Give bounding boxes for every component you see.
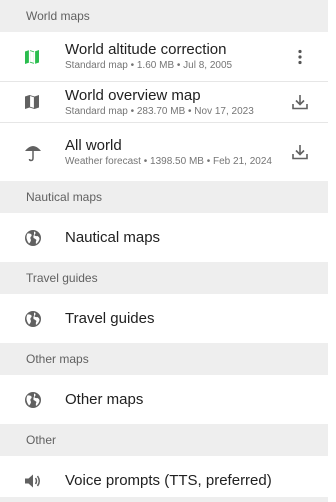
list-item-other-maps[interactable]: Other maps [0,375,328,424]
section-header-world-maps: World maps [0,0,328,32]
item-title: Nautical maps [65,228,161,246]
item-title: Travel guides [65,309,155,327]
list-item-voice-prompts[interactable]: Voice prompts (TTS, preferred) [0,456,328,502]
list-item-nautical-maps[interactable]: Nautical maps [0,213,328,262]
section-header-label: Other [26,433,57,447]
item-subtitle: Standard map • 1.60 MB • Jul 8, 2005 [65,60,233,71]
item-title: Other maps [65,390,144,408]
bottom-divider [0,497,328,502]
item-title: All world [65,136,122,154]
map-icon [0,49,65,65]
globe-icon [0,229,65,247]
section-header-other: Other [0,424,328,456]
section-header-other-maps: Other maps [0,343,328,375]
list-item-all-world[interactable]: All world Weather forecast • 1398.50 MB … [0,123,328,181]
section-header-label: Nautical maps [26,190,103,204]
download-icon[interactable] [278,144,328,160]
section-header-label: Other maps [26,352,89,366]
list-item-world-overview-map[interactable]: World overview map Standard map • 283.70… [0,82,328,122]
section-header-label: World maps [26,9,90,23]
speaker-icon [0,473,65,489]
item-title: Voice prompts (TTS, preferred) [65,471,272,489]
list-item-travel-guides[interactable]: Travel guides [0,294,328,343]
item-title: World altitude correction [65,41,227,58]
section-header-label: Travel guides [26,271,98,285]
globe-icon [0,391,65,409]
list-item-world-altitude-correction[interactable]: World altitude correction Standard map •… [0,32,328,81]
item-subtitle: Weather forecast • 1398.50 MB • Feb 21, … [65,155,272,167]
umbrella-icon [0,142,65,162]
item-subtitle: Standard map • 283.70 MB • Nov 17, 2023 [65,105,254,117]
item-title: World overview map [65,86,201,104]
download-icon[interactable] [278,94,328,110]
section-header-nautical-maps: Nautical maps [0,181,328,213]
map-icon [0,94,65,110]
more-icon[interactable] [278,49,328,65]
section-header-travel-guides: Travel guides [0,262,328,294]
globe-icon [0,310,65,328]
